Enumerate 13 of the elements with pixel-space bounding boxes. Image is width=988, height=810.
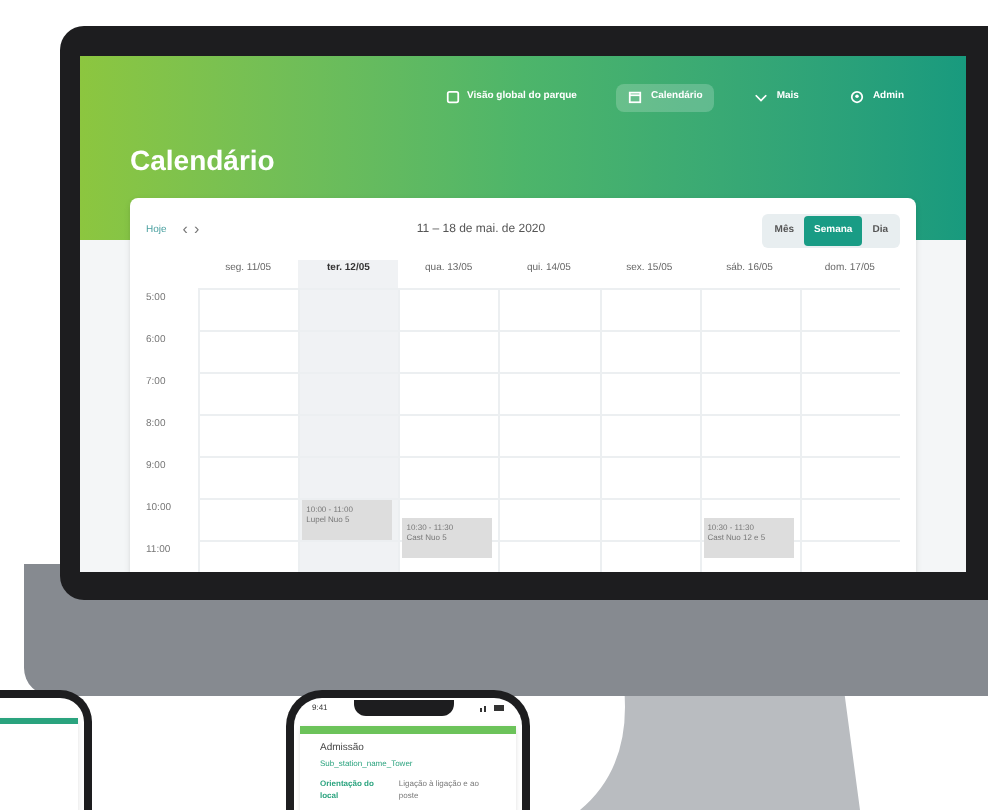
day-column[interactable] bbox=[498, 287, 600, 572]
chevron-down-icon bbox=[754, 90, 769, 105]
day-column[interactable] bbox=[599, 287, 700, 572]
day-column[interactable] bbox=[799, 287, 900, 572]
page-title: Calendário bbox=[130, 141, 277, 179]
user-icon bbox=[850, 90, 865, 105]
phone-notch bbox=[353, 700, 454, 716]
signal-battery-icon bbox=[479, 704, 504, 712]
next-button[interactable]: › bbox=[193, 222, 200, 239]
previous-button[interactable]: ‹ bbox=[182, 222, 188, 239]
grid-icon bbox=[445, 90, 460, 105]
calendar-icon bbox=[628, 90, 643, 105]
day-column[interactable] bbox=[198, 287, 299, 572]
